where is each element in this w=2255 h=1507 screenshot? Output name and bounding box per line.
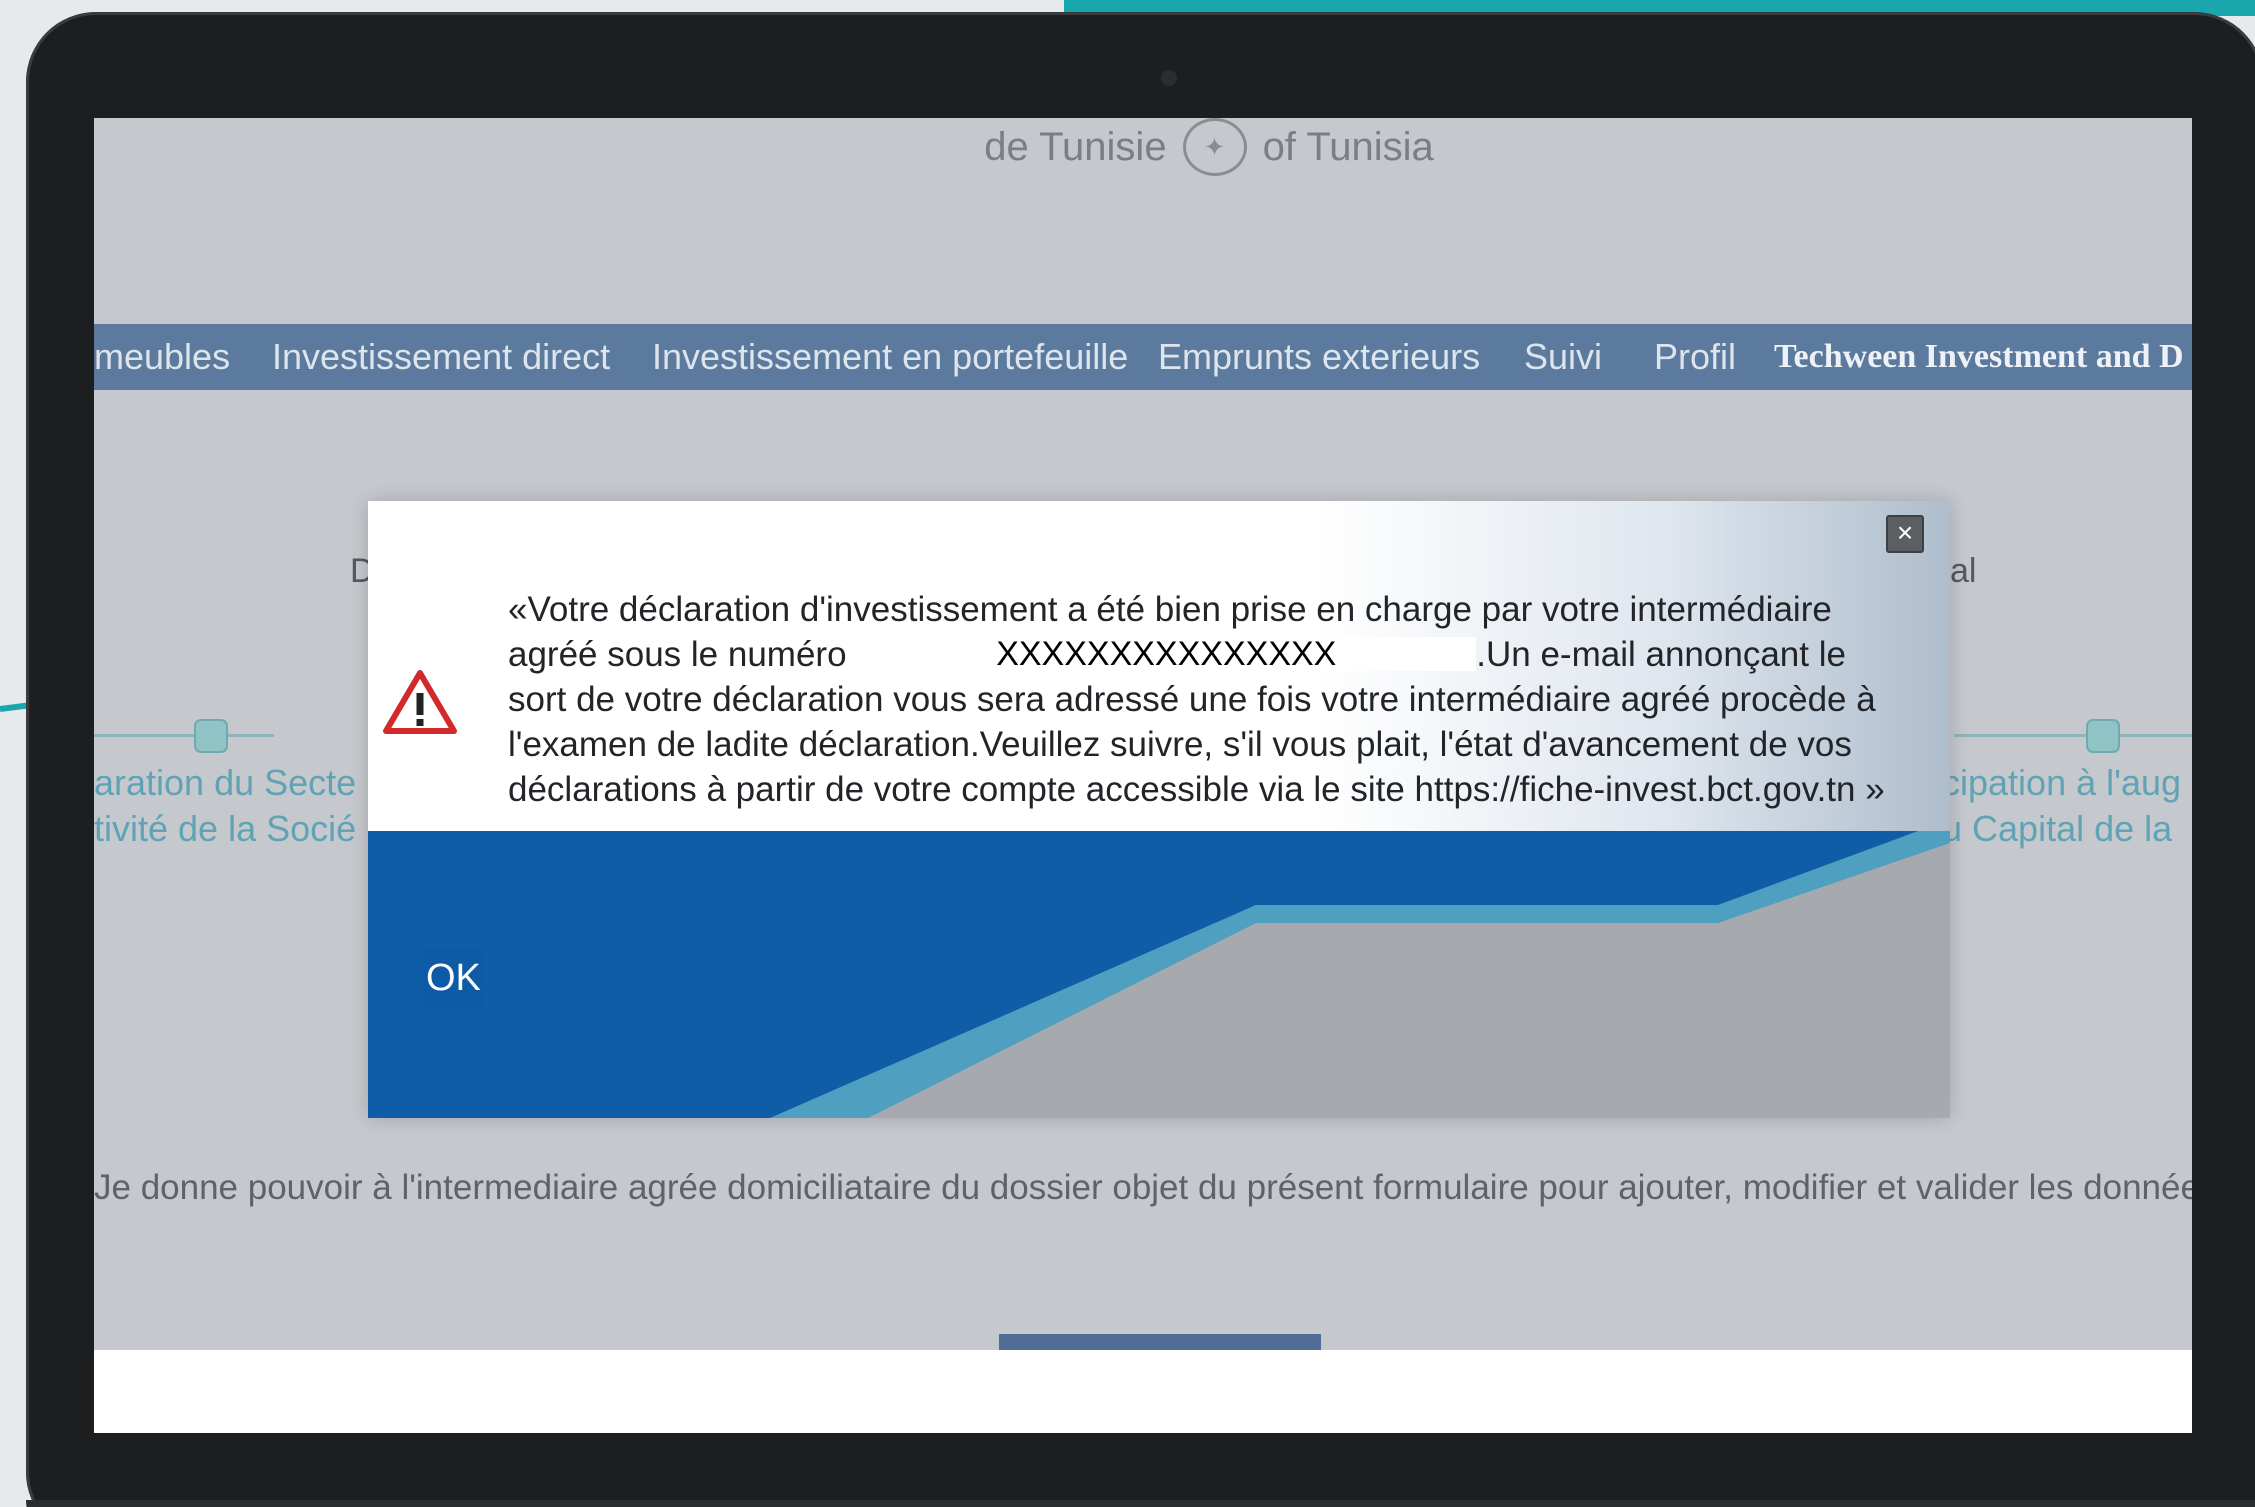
nav-item-profil[interactable]: Profil [1654, 324, 1736, 390]
bank-title-en: of Tunisia [1262, 125, 1434, 169]
confirmation-dialog: × «Votre déclaration d'investissement a … [368, 501, 1950, 1118]
laptop-base [26, 1500, 2255, 1507]
step-dot-right [2086, 719, 2120, 753]
consent-checkbox-label[interactable]: Je donne pouvoir à l'intermediaire agrée… [94, 1168, 2192, 1208]
step-label-right: cipation à l'aug u Capital de la [1942, 760, 2181, 852]
screenshot-frame: de Tunisie ✦ of Tunisia meubles Investis… [0, 0, 2255, 1507]
webcam [1161, 70, 1177, 86]
step-label-right-line2: u Capital de la [1942, 808, 2173, 849]
bg-heading-fragment-right: al [1950, 552, 1977, 590]
site-header: de Tunisie ✦ of Tunisia [94, 118, 2192, 318]
nav-item-investissement-portefeuille[interactable]: Investissement en portefeuille [652, 324, 1128, 390]
close-button[interactable]: × [1886, 515, 1924, 553]
main-navbar: meubles Investissement direct Investisse… [94, 324, 2192, 390]
stepper-line-right [1954, 734, 2192, 737]
nav-item-investissement-direct[interactable]: Investissement direct [272, 324, 610, 390]
dialog-message: «Votre déclaration d'investissement a ét… [508, 587, 1908, 812]
crest-icon: ✦ [1182, 118, 1247, 176]
browser-screen: de Tunisie ✦ of Tunisia meubles Investis… [94, 118, 2192, 1433]
dialog-footer: OK [368, 831, 1950, 1118]
nav-item-meubles[interactable]: meubles [94, 324, 230, 390]
nav-item-suivi[interactable]: Suivi [1524, 324, 1602, 390]
step-label-left-line2: tivité de la Socié [94, 808, 357, 849]
bank-title-fr: de Tunisie [984, 125, 1167, 169]
warning-icon [383, 670, 457, 734]
step-label-right-line1: cipation à l'aug [1942, 762, 2182, 803]
stepper-line-left [94, 734, 274, 737]
step-label-left: aration du Secte tivité de la Socié [94, 760, 356, 852]
ok-button[interactable]: OK [424, 947, 483, 1009]
bank-title: de Tunisie ✦ of Tunisia [929, 118, 1489, 176]
step-dot-left [194, 719, 228, 753]
page-footer-band [94, 1350, 2192, 1433]
nav-item-emprunts-exterieurs[interactable]: Emprunts exterieurs [1158, 324, 1480, 390]
step-label-left-line1: aration du Secte [94, 762, 357, 803]
nav-company-name: Techween Investment and D [1774, 338, 2184, 375]
dialog-footer-graphic [368, 831, 1950, 1118]
reference-number: XXXXXXXXXXXXXXX [856, 636, 1477, 671]
